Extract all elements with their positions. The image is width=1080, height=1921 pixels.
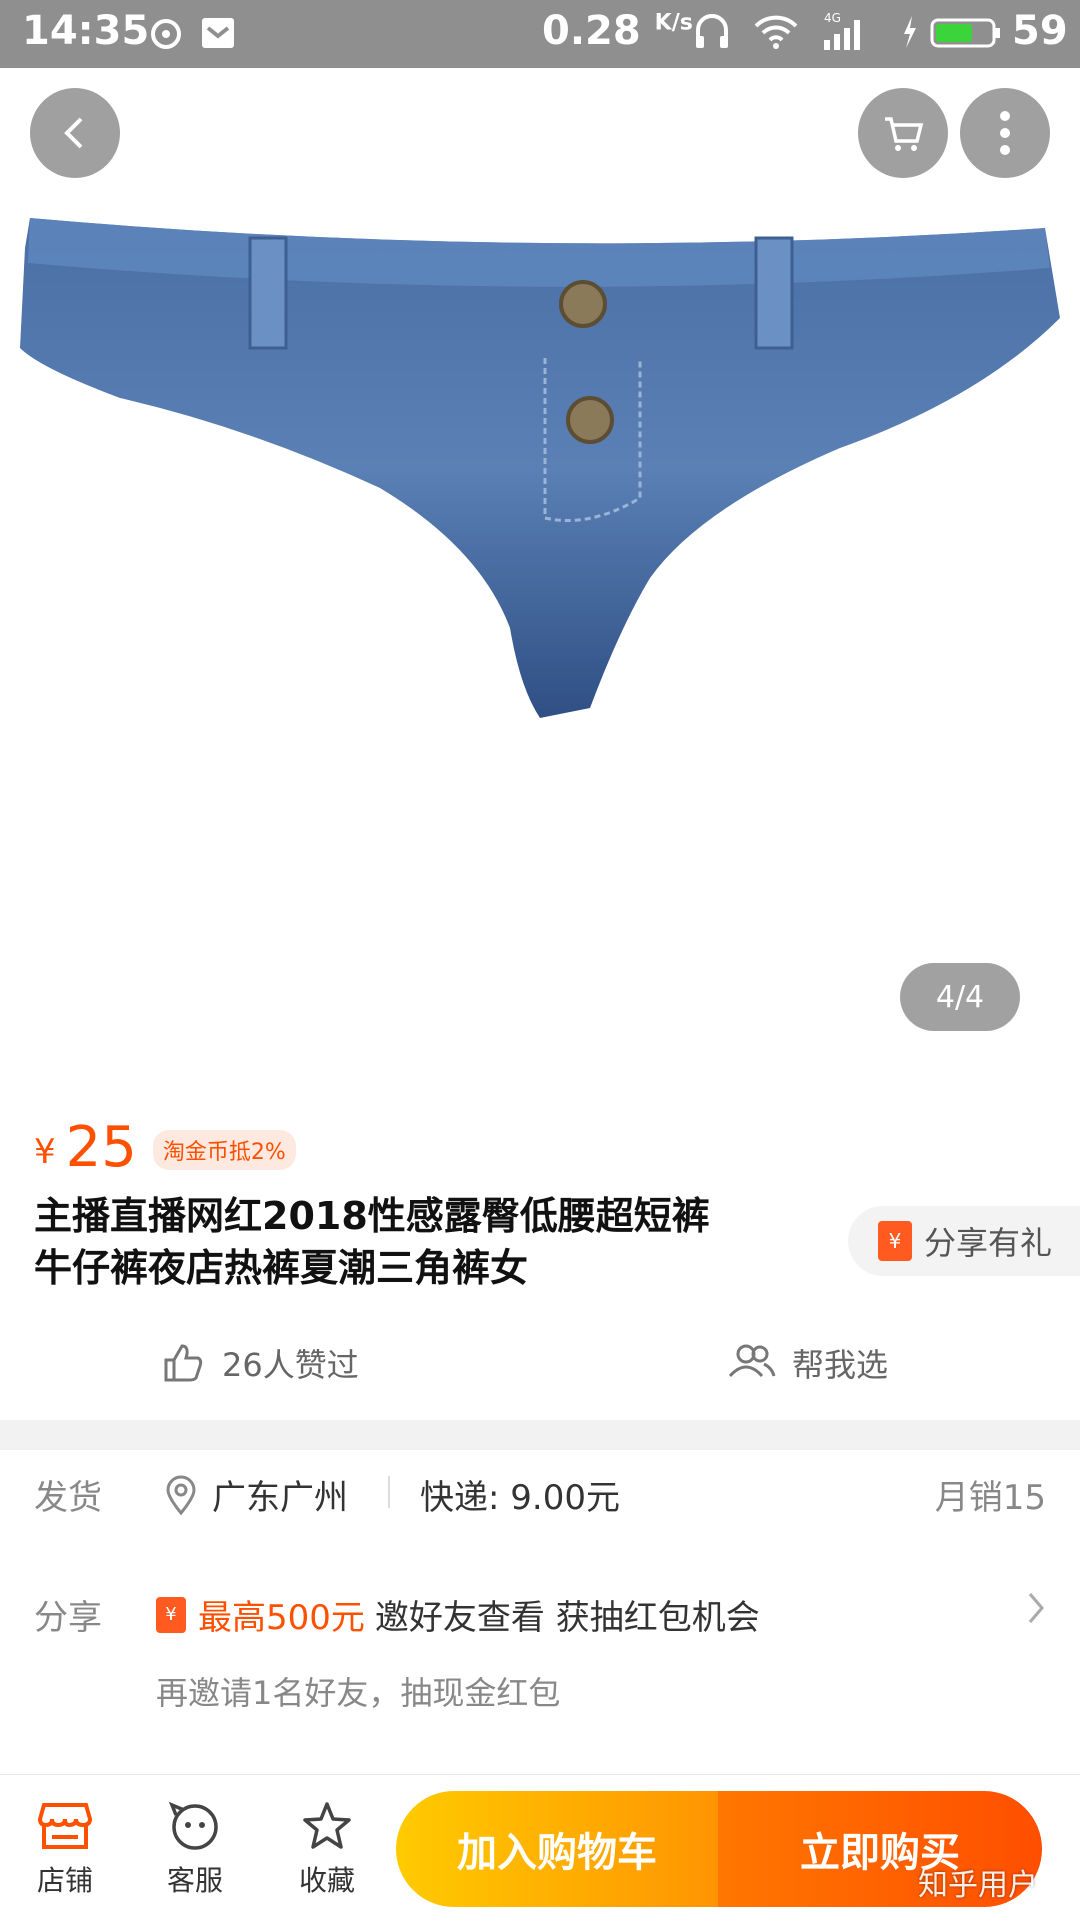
product-title-line1: 主播直播网红2018性感露臀低腰超短裤 [34, 1194, 710, 1238]
svg-text:4G: 4G [824, 11, 841, 25]
product-price: 25 [65, 1115, 137, 1180]
cart-button[interactable] [858, 88, 948, 178]
more-vertical-icon [1000, 111, 1010, 155]
network-speed-unit: K/s [654, 10, 693, 36]
divider-line [388, 1476, 390, 1508]
charging-icon [900, 10, 920, 58]
more-button[interactable] [960, 88, 1050, 178]
store-button[interactable]: 店铺 [10, 1801, 120, 1899]
headphones-icon [692, 10, 732, 58]
product-title: 主播直播网红2018性感露臀低腰超短裤 牛仔裤夜店热裤夏潮三角裤女 [34, 1190, 814, 1294]
chat-face-icon [168, 1801, 218, 1850]
customer-service-button[interactable]: 客服 [140, 1801, 250, 1899]
share-text: 邀好友查看 获抽红包机会 [374, 1598, 760, 1638]
location-pin-icon [166, 1475, 196, 1515]
status-bar: 14:35 0.28 K/s 4G 59 [0, 0, 1080, 68]
shipping-location-text: 广东广州 [212, 1478, 348, 1518]
thumbs-up-icon [164, 1344, 203, 1382]
netease-music-icon [148, 10, 184, 58]
red-packet-icon: ¥ [878, 1221, 912, 1261]
people-icon [728, 1344, 776, 1378]
favorite-label: 收藏 [298, 1864, 355, 1897]
network-speed-value: 0.28 [542, 8, 641, 54]
store-label: 店铺 [36, 1864, 93, 1897]
share-highlight: 最高500元 [198, 1598, 365, 1638]
price-row: ¥ 25 淘金币抵2% [34, 1110, 296, 1180]
help-pick-button[interactable]: 帮我选 [726, 1340, 888, 1386]
chevron-left-icon [64, 117, 83, 149]
coin-discount-badge: 淘金币抵2% [152, 1130, 296, 1170]
product-title-line2: 牛仔裤夜店热裤夏潮三角裤女 [34, 1246, 529, 1290]
share-gift-button[interactable]: ¥ 分享有礼 [848, 1206, 1080, 1276]
monthly-sales: 月销15 [934, 1478, 1046, 1518]
share-row[interactable]: 分享 ¥ 最高500元 邀好友查看 获抽红包机会 再邀请1名好友，抽现金红包 [0, 1590, 1080, 1740]
currency-symbol: ¥ [34, 1132, 56, 1172]
share-label: 分享 [34, 1598, 102, 1638]
share-subtext: 再邀请1名好友，抽现金红包 [156, 1674, 561, 1712]
wifi-icon [752, 10, 800, 58]
help-pick-label: 帮我选 [792, 1346, 889, 1384]
network-speed: 0.28 K/s [542, 8, 693, 54]
customer-service-label: 客服 [166, 1864, 223, 1897]
cart-icon [885, 117, 924, 151]
product-gallery[interactable]: 4/4 [0, 68, 1080, 1080]
back-button[interactable] [30, 88, 120, 178]
store-icon [38, 1803, 92, 1849]
cellular-signal-icon: 4G [818, 10, 870, 58]
image-counter: 4/4 [900, 963, 1020, 1031]
likes-button[interactable]: 26人赞过 [160, 1340, 359, 1386]
battery-level: 59 [1012, 8, 1068, 54]
status-time: 14:35 [22, 8, 150, 54]
mail-icon [200, 10, 236, 58]
shipping-label: 发货 [34, 1478, 102, 1518]
chevron-right-icon [1026, 1590, 1046, 1635]
shipping-row[interactable]: 发货 广东广州 快递: 9.00元 月销15 [0, 1470, 1080, 1546]
likes-count: 26人赞过 [222, 1346, 359, 1384]
product-image [20, 218, 1060, 718]
star-icon [303, 1802, 351, 1849]
favorite-button[interactable]: 收藏 [272, 1801, 382, 1899]
battery-icon [930, 10, 1002, 58]
shipping-fee: 快递: 9.00元 [420, 1478, 620, 1518]
shipping-location: 广东广州 [164, 1470, 348, 1519]
zhihu-watermark: 知乎用户 [918, 1868, 1038, 1903]
section-divider [0, 1420, 1080, 1450]
share-invite: ¥ 最高500元 邀好友查看 获抽红包机会 [156, 1590, 760, 1639]
add-to-cart-button[interactable]: 加入购物车 [396, 1791, 718, 1907]
share-gift-label: 分享有礼 [924, 1224, 1053, 1262]
social-row: 26人赞过 帮我选 [0, 1330, 1080, 1400]
red-packet-small-icon: ¥ [156, 1596, 186, 1633]
